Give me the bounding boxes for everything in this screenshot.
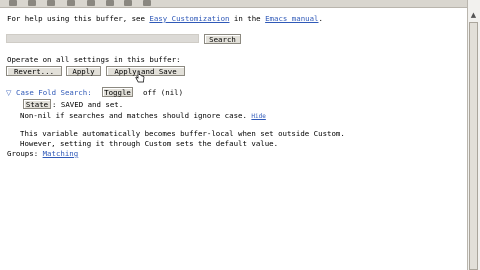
- collapse-triangle-icon[interactable]: ▽: [6, 89, 11, 97]
- help-suffix: .: [318, 14, 323, 23]
- save-icon[interactable]: [47, 0, 55, 6]
- apply-and-save-button[interactable]: Apply and Save: [106, 66, 185, 76]
- hide-doc-link[interactable]: Hide: [251, 113, 265, 120]
- search-input[interactable]: [6, 34, 199, 43]
- delete-icon[interactable]: [87, 0, 95, 6]
- help-line: For help using this buffer, see Easy Cus…: [7, 14, 323, 23]
- groups-line: Groups: Matching: [7, 149, 78, 158]
- open-file-icon[interactable]: [28, 0, 36, 6]
- doc-text: Non-nil if searches and matches should i…: [20, 111, 247, 120]
- apply-button[interactable]: Apply: [66, 66, 101, 76]
- search-button[interactable]: Search: [204, 34, 241, 44]
- buffer-local-note: This variable automatically becomes buff…: [20, 129, 345, 138]
- variable-value: off (nil): [143, 88, 184, 97]
- undo-icon[interactable]: [67, 0, 75, 6]
- operate-text: Operate on all settings in this buffer:: [7, 55, 181, 64]
- scroll-up-arrow-icon[interactable]: ▲: [469, 11, 478, 20]
- groups-label: Groups:: [7, 149, 43, 158]
- new-file-icon[interactable]: [9, 0, 17, 6]
- matching-group-link[interactable]: Matching: [43, 149, 79, 158]
- revert-button[interactable]: Revert...: [6, 66, 62, 76]
- hand-pointer-cursor-icon: [135, 70, 145, 83]
- scrollbar-thumb[interactable]: [469, 22, 478, 270]
- toggle-button[interactable]: Toggle: [102, 87, 133, 97]
- paste-icon[interactable]: [143, 0, 151, 6]
- emacs-manual-link[interactable]: Emacs manual: [265, 14, 318, 23]
- variable-name: Case Fold Search:: [16, 88, 92, 97]
- toolbar: [0, 0, 467, 8]
- state-button[interactable]: State: [23, 99, 51, 109]
- default-value-note: However, setting it through Custom sets …: [20, 139, 279, 148]
- copy-icon[interactable]: [124, 0, 132, 6]
- state-text: : SAVED and set.: [52, 100, 124, 109]
- cut-icon[interactable]: [106, 0, 114, 6]
- help-prefix: For help using this buffer, see: [7, 14, 150, 23]
- help-middle: in the: [229, 14, 266, 23]
- easy-customization-link[interactable]: Easy Customization: [149, 14, 229, 23]
- doc-line: Non-nil if searches and matches should i…: [20, 111, 266, 121]
